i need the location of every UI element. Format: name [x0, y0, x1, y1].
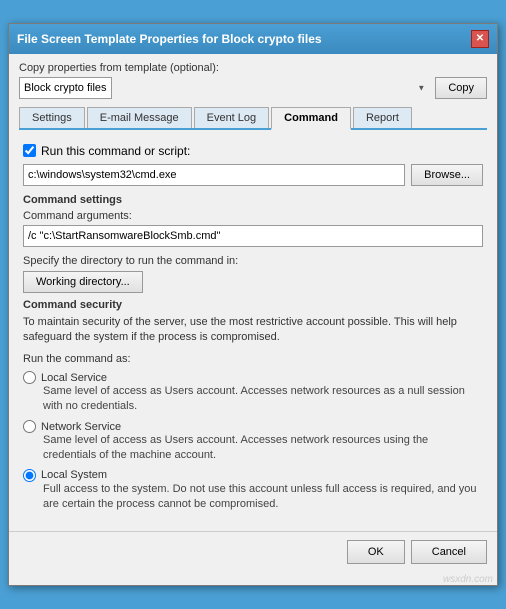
network-service-radio[interactable] — [23, 420, 36, 433]
network-service-option: Network Service Same level of access as … — [23, 420, 483, 463]
footer: OK Cancel — [9, 531, 497, 572]
window-title: File Screen Template Properties for Bloc… — [17, 32, 322, 46]
working-directory-button[interactable]: Working directory... — [23, 271, 143, 293]
local-system-radio[interactable] — [23, 469, 36, 482]
run-command-label: Run this command or script: — [41, 144, 190, 158]
tab-command[interactable]: Command — [271, 107, 351, 130]
local-system-row: Local System — [23, 469, 483, 482]
copy-label: Copy properties from template (optional)… — [19, 62, 487, 74]
tab-eventlog[interactable]: Event Log — [194, 107, 270, 128]
dir-label: Specify the directory to run the command… — [23, 255, 483, 267]
local-service-option: Local Service Same level of access as Us… — [23, 371, 483, 414]
local-service-label: Local Service — [41, 372, 107, 384]
browse-button[interactable]: Browse... — [411, 164, 483, 186]
tab-report[interactable]: Report — [353, 107, 412, 128]
main-window: File Screen Template Properties for Bloc… — [8, 23, 498, 587]
security-desc: To maintain security of the server, use … — [23, 315, 483, 346]
local-service-row: Local Service — [23, 371, 483, 384]
run-command-checkbox[interactable] — [23, 144, 36, 157]
local-service-radio[interactable] — [23, 371, 36, 384]
run-as-label: Run the command as: — [23, 353, 483, 365]
run-command-row: Run this command or script: — [23, 144, 483, 158]
command-input[interactable] — [23, 164, 405, 186]
settings-header: Command settings — [23, 194, 483, 206]
network-service-row: Network Service — [23, 420, 483, 433]
copy-section: Copy properties from template (optional)… — [19, 62, 487, 99]
copy-row: Block crypto files Copy — [19, 77, 487, 99]
security-section: Command security To maintain security of… — [23, 299, 483, 512]
command-panel: Run this command or script: Browse... Co… — [19, 138, 487, 524]
local-service-desc: Same level of access as Users account. A… — [43, 384, 483, 414]
cancel-button[interactable]: Cancel — [411, 540, 487, 564]
security-header: Command security — [23, 299, 483, 311]
network-service-desc: Same level of access as Users account. A… — [43, 433, 483, 463]
tab-bar: Settings E-mail Message Event Log Comman… — [19, 107, 487, 130]
local-system-label: Local System — [41, 469, 107, 481]
network-service-label: Network Service — [41, 421, 121, 433]
tab-email[interactable]: E-mail Message — [87, 107, 192, 128]
template-dropdown[interactable]: Block crypto files — [19, 77, 112, 99]
local-system-desc: Full access to the system. Do not use th… — [43, 482, 483, 512]
command-input-row: Browse... — [23, 164, 483, 186]
title-bar: File Screen Template Properties for Bloc… — [9, 24, 497, 54]
title-buttons: ✕ — [471, 30, 489, 48]
watermark: wsxdn.com — [9, 572, 497, 585]
copy-button[interactable]: Copy — [435, 77, 487, 99]
args-label: Command arguments: — [23, 210, 483, 222]
local-system-option: Local System Full access to the system. … — [23, 469, 483, 512]
template-dropdown-wrapper: Block crypto files — [19, 77, 429, 99]
tab-settings[interactable]: Settings — [19, 107, 85, 128]
content-area: Copy properties from template (optional)… — [9, 54, 497, 532]
close-button[interactable]: ✕ — [471, 30, 489, 48]
ok-button[interactable]: OK — [347, 540, 405, 564]
args-input[interactable] — [23, 225, 483, 247]
